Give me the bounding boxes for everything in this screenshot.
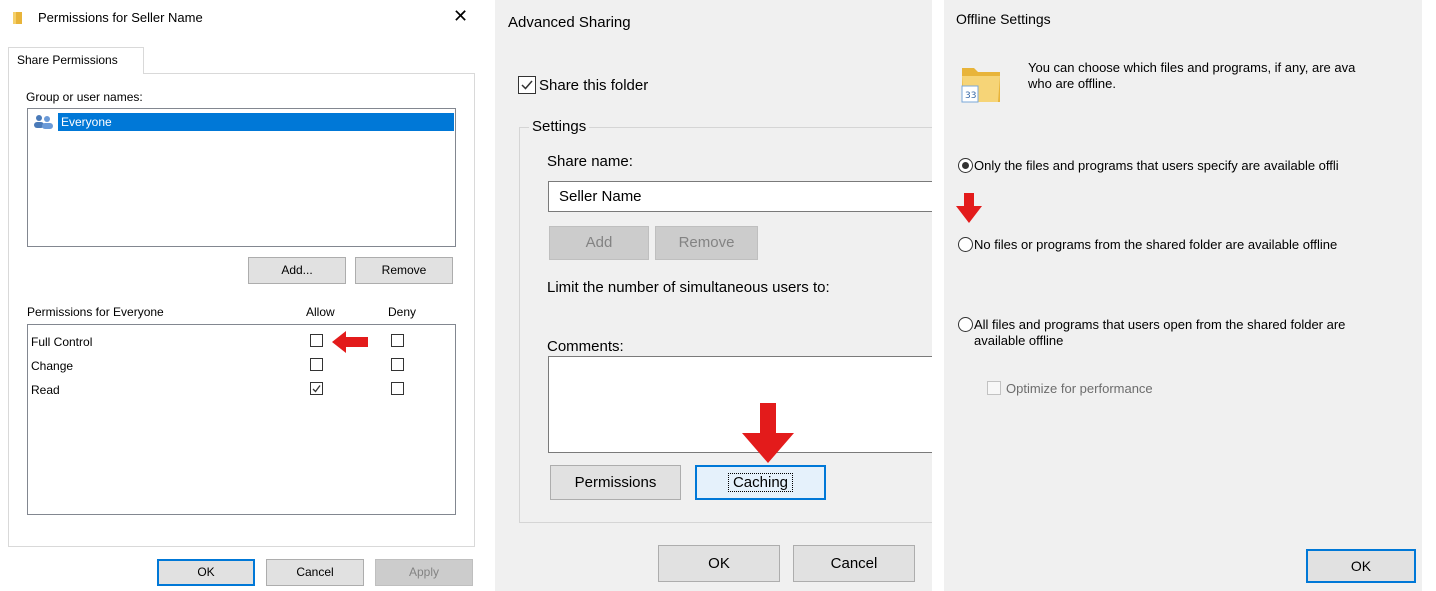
permissions-header: Permissions for Everyone bbox=[27, 305, 164, 319]
apply-button[interactable]: Apply bbox=[375, 559, 473, 586]
description: You can choose which files and programs,… bbox=[1028, 60, 1355, 92]
permissions-list: Full Control Change Read bbox=[27, 324, 456, 515]
red-arrow-down-icon bbox=[742, 403, 794, 463]
users-icon bbox=[33, 114, 55, 130]
caching-label: Caching bbox=[727, 473, 794, 492]
option-no-files-label: No files or programs from the shared fol… bbox=[974, 237, 1338, 252]
advanced-sharing-dialog: Advanced Sharing Share this folder Setti… bbox=[495, 0, 932, 591]
option-all-files-line1: All files and programs that users open f… bbox=[974, 317, 1346, 332]
description-line1: You can choose which files and programs,… bbox=[1028, 60, 1356, 75]
right-edge bbox=[1422, 0, 1436, 591]
cancel-button[interactable]: Cancel bbox=[266, 559, 364, 586]
optimize-checkbox[interactable] bbox=[987, 381, 1001, 395]
option-user-specified-radio[interactable] bbox=[958, 158, 973, 173]
permissions-dialog: Permissions for Seller Name ✕ Share Perm… bbox=[0, 0, 483, 591]
offline-settings-dialog: Offline Settings 33 You can choose which… bbox=[944, 0, 1436, 591]
comments-label: Comments: bbox=[547, 338, 624, 355]
share-name-input[interactable]: Seller Name bbox=[548, 181, 932, 212]
option-all-files-label: All files and programs that users open f… bbox=[974, 317, 1345, 349]
ok-button[interactable]: OK bbox=[1306, 549, 1416, 583]
group-label: Group or user names: bbox=[26, 90, 143, 104]
user-list[interactable]: Everyone bbox=[27, 108, 456, 247]
option-user-specified-label: Only the files and programs that users s… bbox=[974, 158, 1339, 173]
change-allow-checkbox[interactable] bbox=[310, 358, 323, 371]
list-item-selection bbox=[58, 113, 454, 131]
add-button[interactable]: Add bbox=[549, 226, 649, 260]
close-icon[interactable]: ✕ bbox=[453, 6, 468, 26]
checkmark-icon bbox=[312, 385, 321, 393]
read-allow-checkbox[interactable] bbox=[310, 382, 323, 395]
option-all-files-radio[interactable] bbox=[958, 317, 973, 332]
caching-button[interactable]: Caching bbox=[695, 465, 826, 500]
ok-button[interactable]: OK bbox=[157, 559, 255, 586]
offline-folder-icon: 33 bbox=[958, 58, 1004, 106]
share-folder-checkbox[interactable] bbox=[518, 76, 536, 94]
share-folder-label: Share this folder bbox=[539, 77, 649, 94]
tab-label: Share Permissions bbox=[17, 53, 118, 67]
dialog-title: Offline Settings bbox=[956, 11, 1051, 27]
change-deny-checkbox[interactable] bbox=[391, 358, 404, 371]
full-control-deny-checkbox[interactable] bbox=[391, 334, 404, 347]
dialog-title: Permissions for Seller Name bbox=[38, 10, 203, 25]
remove-button[interactable]: Remove bbox=[655, 226, 758, 260]
deny-header: Deny bbox=[388, 305, 417, 319]
settings-label: Settings bbox=[529, 118, 590, 135]
perm-row-read-label: Read bbox=[31, 383, 60, 397]
perm-row-change-label: Change bbox=[31, 359, 74, 373]
optimize-label: Optimize for performance bbox=[1006, 381, 1153, 396]
add-button[interactable]: Add... bbox=[248, 257, 346, 284]
tab-share-permissions[interactable]: Share Permissions bbox=[8, 47, 144, 74]
full-control-allow-checkbox[interactable] bbox=[310, 334, 323, 347]
red-arrow-down-small-icon bbox=[956, 193, 982, 223]
comments-textarea[interactable] bbox=[548, 356, 932, 453]
limit-users-label: Limit the number of simultaneous users t… bbox=[547, 279, 830, 296]
read-deny-checkbox[interactable] bbox=[391, 382, 404, 395]
cancel-button[interactable]: Cancel bbox=[793, 545, 915, 582]
dialog-title: Advanced Sharing bbox=[508, 14, 631, 31]
checkmark-icon bbox=[521, 80, 533, 90]
ok-button[interactable]: OK bbox=[658, 545, 780, 582]
share-name-label: Share name: bbox=[547, 153, 633, 170]
description-line2: who are offline. bbox=[1028, 76, 1116, 91]
svg-text:33: 33 bbox=[965, 91, 976, 101]
share-name-value: Seller Name bbox=[559, 188, 642, 205]
red-arrow-left-icon bbox=[332, 331, 368, 353]
allow-header: Allow bbox=[306, 305, 335, 319]
option-no-files-radio[interactable] bbox=[958, 237, 973, 252]
perm-row-full-control-label: Full Control bbox=[31, 335, 93, 349]
permissions-button[interactable]: Permissions bbox=[550, 465, 681, 500]
list-item-everyone[interactable]: Everyone bbox=[61, 115, 112, 129]
radio-dot bbox=[962, 162, 969, 169]
remove-button[interactable]: Remove bbox=[355, 257, 453, 284]
folder-icon bbox=[12, 11, 24, 25]
option-all-files-line2: available offline bbox=[974, 333, 1064, 348]
